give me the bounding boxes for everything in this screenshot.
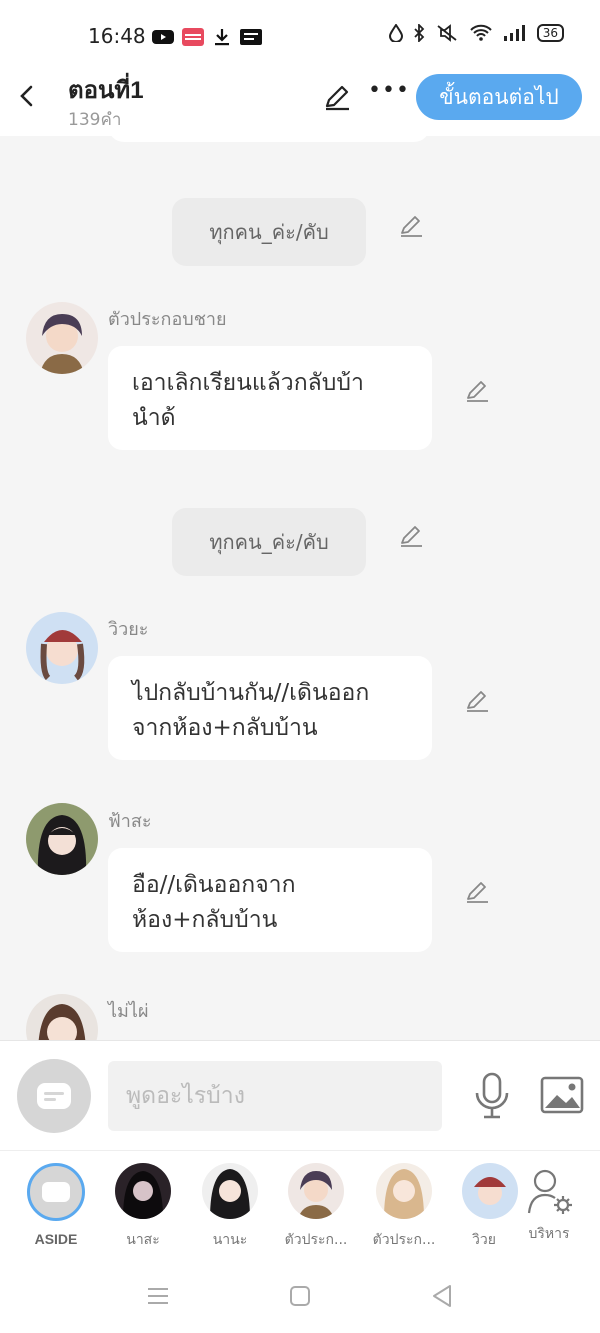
dialogue-line: ไปกลับบ้านกัน//เดินออก	[132, 680, 370, 706]
edit-pencil-icon[interactable]	[464, 687, 490, 713]
speaker-name: ไม่ไผ่	[108, 1001, 149, 1022]
composer-bar: พูดอะไรบ้าง	[0, 1040, 600, 1151]
character-option[interactable]: วิวย	[444, 1163, 524, 1251]
download-icon	[215, 29, 229, 46]
character-avatar-girl-brown-hair-icon	[26, 994, 98, 1040]
microphone-icon[interactable]	[472, 1071, 512, 1121]
character-label: นานะ	[212, 1232, 248, 1248]
next-step-button[interactable]: ขั้นตอนต่อไป	[416, 74, 582, 120]
edit-title-pencil-icon[interactable]	[322, 82, 352, 112]
chat-area[interactable]: ทุกคน_ค่ะ/คับ ตัวประกอบชาย เอาเลิกเรียนแ…	[0, 136, 600, 1040]
avatar[interactable]	[26, 994, 98, 1040]
avatar[interactable]	[26, 612, 98, 684]
previous-bubble-tail	[108, 136, 430, 142]
speaker-name: ตัวประกอบชาย	[108, 309, 227, 330]
system-navigation-bar	[0, 1260, 600, 1333]
dialogue-bubble[interactable]: อือ//เดินออกจาก ห้อง+กลับบ้าน	[108, 848, 432, 952]
dialogue-line: ห้อง+กลับบ้าน	[132, 907, 278, 933]
dialogue-bubble[interactable]: เอาเลิกเรียนแล้วกลับบ้า นำด้	[108, 346, 432, 450]
mute-icon	[437, 24, 457, 42]
manga-app-icon	[182, 28, 204, 46]
character-label: วิวย	[472, 1232, 496, 1248]
editor-header: ตอนที่1 139คำ ••• ขั้นตอนต่อไป	[0, 70, 600, 136]
episode-title: ตอนที่1	[68, 77, 144, 104]
character-avatar-icon	[288, 1163, 344, 1219]
character-aside[interactable]: ASIDE	[14, 1163, 98, 1247]
character-avatar-icon	[202, 1163, 258, 1219]
edit-pencil-icon[interactable]	[398, 212, 424, 238]
status-right: 36	[388, 24, 564, 42]
signal-icon	[503, 25, 525, 41]
character-option[interactable]: นานะ	[188, 1163, 272, 1251]
character-avatar-icon	[115, 1163, 171, 1219]
character-avatar-icon	[462, 1163, 518, 1219]
edit-pencil-icon[interactable]	[464, 878, 490, 904]
home-square-icon[interactable]	[286, 1282, 314, 1310]
narration-bubble[interactable]: ทุกคน_ค่ะ/คับ	[172, 508, 366, 576]
speaker-name: วิวยะ	[108, 619, 149, 640]
aside-bubble-icon	[27, 1163, 85, 1221]
character-avatar-icon	[376, 1163, 432, 1219]
speaker-name: ฟ้าสะ	[108, 811, 152, 832]
image-icon[interactable]	[540, 1075, 584, 1115]
aside-bubble-icon	[37, 1083, 71, 1109]
avatar	[115, 1163, 171, 1219]
avatar	[462, 1163, 518, 1219]
water-drop-icon	[388, 24, 403, 42]
dialogue-line: อือ//เดินออกจาก	[132, 872, 296, 898]
battery-indicator: 36	[536, 24, 564, 42]
edit-pencil-icon[interactable]	[464, 377, 490, 403]
manage-characters-button[interactable]: บริหาร	[516, 1163, 582, 1245]
avatar	[288, 1163, 344, 1219]
avatar	[202, 1163, 258, 1219]
character-label: บริหาร	[528, 1226, 570, 1242]
back-arrow-icon[interactable]	[14, 82, 42, 110]
character-avatar-girl-cap-icon	[26, 612, 98, 684]
bluetooth-icon	[414, 24, 424, 42]
wifi-icon	[470, 24, 492, 41]
avatar[interactable]	[26, 302, 98, 374]
character-selector: ASIDE นาสะ นานะ ตัวประก... ตัวประก... วิ…	[0, 1150, 600, 1261]
narration-bubble[interactable]: ทุกคน_ค่ะ/คับ	[172, 198, 366, 266]
back-triangle-icon[interactable]	[428, 1282, 456, 1310]
status-time: 16:48	[88, 24, 146, 48]
message-input[interactable]: พูดอะไรบ้าง	[108, 1061, 442, 1131]
aside-toggle-button[interactable]	[17, 1059, 91, 1133]
character-label: ASIDE	[34, 1231, 78, 1247]
character-option[interactable]: ตัวประก...	[274, 1163, 358, 1251]
character-option[interactable]: ตัวประก...	[362, 1163, 446, 1251]
recent-apps-menu-icon[interactable]	[144, 1282, 172, 1310]
avatar[interactable]	[26, 803, 98, 875]
character-label: ตัวประก...	[372, 1232, 436, 1248]
avatar	[376, 1163, 432, 1219]
youtube-icon	[152, 30, 174, 44]
character-avatar-girl-dark-hair-icon	[26, 803, 98, 875]
character-avatar-male-icon	[26, 302, 98, 374]
edit-pencil-icon[interactable]	[398, 522, 424, 548]
manage-user-gear-icon	[527, 1169, 572, 1214]
dialogue-bubble[interactable]: ไปกลับบ้านกัน//เดินออก จากห้อง+กลับบ้าน	[108, 656, 432, 760]
dialogue-line: เอาเลิกเรียนแล้วกลับบ้า	[132, 370, 364, 396]
status-bar: 16:48 36	[0, 0, 600, 70]
dialogue-line: นำด้	[132, 405, 176, 431]
webtoon-app-icon	[240, 29, 262, 45]
more-options-icon[interactable]: •••	[368, 78, 410, 103]
dialogue-line: จากห้อง+กลับบ้าน	[132, 715, 318, 741]
character-option[interactable]: นาสะ	[101, 1163, 185, 1251]
word-count: 139คำ	[68, 110, 122, 130]
character-label: ตัวประก...	[284, 1232, 348, 1248]
character-label: นาสะ	[126, 1232, 160, 1248]
